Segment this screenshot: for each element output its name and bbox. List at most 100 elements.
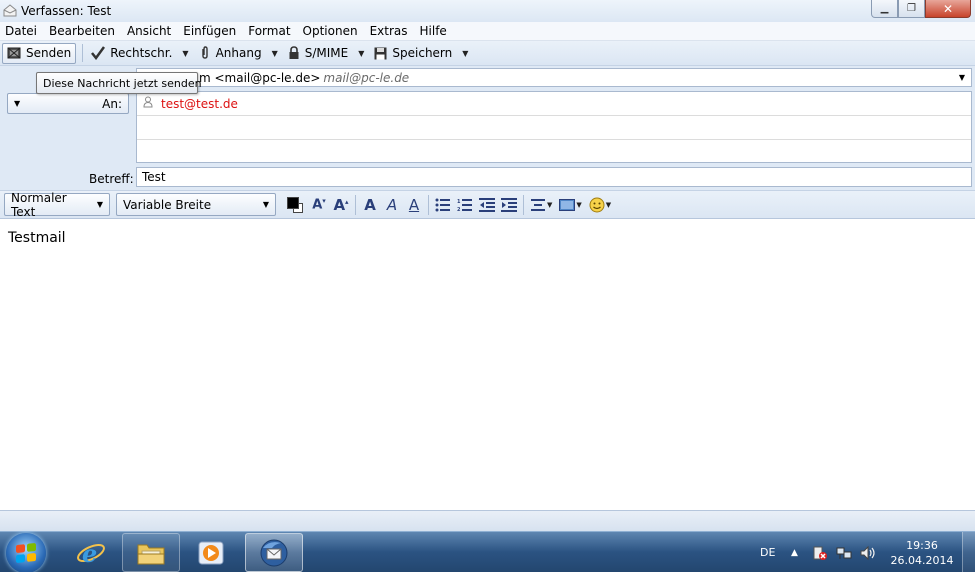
title-bar: Verfassen: Test ▁ ❐ ✕ (0, 0, 975, 22)
chevron-down-icon: ▼ (96, 200, 103, 209)
status-bar (0, 510, 975, 531)
taskbar-internet-explorer[interactable]: e (62, 533, 120, 572)
volume-icon[interactable] (860, 532, 878, 572)
send-label: Senden (26, 46, 72, 60)
smiley-dropdown-icon[interactable]: ▼ (606, 201, 611, 209)
recipient-row-empty[interactable] (137, 140, 971, 164)
taskbar-explorer[interactable] (122, 533, 180, 572)
maximize-button[interactable]: ❐ (898, 0, 925, 18)
minimize-icon: ▁ (880, 3, 889, 14)
show-desktop-button[interactable] (962, 532, 975, 572)
smiley-button[interactable] (586, 194, 608, 216)
language-indicator[interactable]: DE (760, 532, 775, 572)
menu-ansicht[interactable]: Ansicht (127, 24, 171, 38)
window-title: Verfassen: Test (21, 4, 112, 18)
italic-button[interactable]: A (381, 194, 403, 216)
italic-icon: A (386, 195, 398, 214)
recipient-row[interactable]: test@test.de (137, 92, 971, 116)
send-tooltip: Diese Nachricht jetzt senden (36, 72, 202, 94)
underline-icon: A (408, 195, 420, 214)
taskbar: e DE ▲ 19:36 26.04.2014 (0, 531, 975, 572)
save-dropdown-icon[interactable]: ▼ (462, 49, 468, 58)
menu-format[interactable]: Format (248, 24, 290, 38)
save-label: Speichern (392, 46, 453, 60)
menu-bearbeiten[interactable]: Bearbeiten (49, 24, 115, 38)
menu-bar: Datei Bearbeiten Ansicht Einfügen Format… (0, 22, 975, 41)
media-player-icon (198, 541, 224, 564)
align-center-icon (531, 198, 545, 211)
window-controls: ▁ ❐ ✕ (871, 0, 971, 18)
attach-button[interactable]: Anhang (195, 43, 266, 64)
taskbar-media-player[interactable] (182, 533, 240, 572)
menu-extras[interactable]: Extras (370, 24, 408, 38)
show-hidden-icons-icon[interactable]: ▲ (791, 532, 798, 572)
thunderbird-icon (260, 539, 288, 566)
contact-icon (143, 96, 153, 111)
align-button[interactable] (527, 194, 549, 216)
toolbar-separator (82, 44, 84, 62)
menu-optionen[interactable]: Optionen (303, 24, 358, 38)
format-toolbar: Normaler Text ▼ Variable Breite ▼ A▾ A▴ … (0, 190, 975, 219)
compose-toolbar: Senden Rechtschr. ▼ Anhang ▼ S/MIME ▼ Sp… (0, 41, 975, 66)
message-body-text: Testmail (8, 230, 66, 246)
font-larger-button[interactable]: A▴ (330, 194, 352, 216)
folder-icon (137, 544, 165, 564)
insert-image-button[interactable] (556, 194, 578, 216)
numbered-list-button[interactable]: 12 (454, 194, 476, 216)
font-smaller-button[interactable]: A▾ (308, 194, 330, 216)
image-icon (559, 198, 576, 211)
smime-dropdown-icon[interactable]: ▼ (358, 49, 364, 58)
action-center-icon[interactable] (812, 532, 828, 572)
spellcheck-label: Rechtschr. (110, 46, 173, 60)
chevron-down-icon: ▼ (14, 99, 21, 108)
recipient-address[interactable]: test@test.de (161, 97, 238, 111)
underline-button[interactable]: A (403, 194, 425, 216)
text-color-picker[interactable] (284, 194, 306, 216)
chevron-down-icon: ▼ (958, 73, 965, 82)
recipient-type-label: An: (102, 96, 122, 111)
send-button[interactable]: Senden (2, 42, 77, 64)
outdent-button[interactable] (476, 194, 498, 216)
insert-dropdown-icon[interactable]: ▼ (576, 201, 581, 209)
smime-button[interactable]: S/MIME (284, 43, 353, 64)
svg-text:e: e (82, 539, 97, 568)
menu-hilfe[interactable]: Hilfe (420, 24, 447, 38)
close-icon: ✕ (942, 1, 954, 16)
menu-einfuegen[interactable]: Einfügen (183, 24, 236, 38)
from-select[interactable]: m <mail@pc-le.de> mail@pc-le.de ▼ (136, 68, 972, 87)
close-button[interactable]: ✕ (925, 0, 971, 18)
text-color-swatch[interactable] (287, 196, 299, 209)
spellcheck-dropdown-icon[interactable]: ▼ (182, 49, 188, 58)
font-select[interactable]: Variable Breite ▼ (116, 193, 276, 216)
recipient-type-select[interactable]: ▼ An: (7, 93, 129, 114)
svg-text:2: 2 (457, 207, 461, 212)
minimize-button[interactable]: ▁ (871, 0, 898, 18)
align-dropdown-icon[interactable]: ▼ (547, 201, 552, 209)
network-icon[interactable] (836, 532, 852, 572)
numbered-list-icon: 12 (457, 198, 472, 212)
bullet-list-button[interactable] (432, 194, 454, 216)
recipient-row-empty[interactable] (137, 116, 971, 140)
spellcheck-button[interactable]: Rechtschr. (87, 43, 176, 64)
internet-explorer-icon: e (77, 539, 105, 568)
subject-input[interactable]: Test (136, 167, 972, 187)
taskbar-thunderbird[interactable] (245, 533, 303, 572)
clock[interactable]: 19:36 26.04.2014 (888, 538, 956, 568)
format-separator (523, 194, 524, 215)
lock-icon (288, 46, 300, 60)
outdent-icon (479, 197, 495, 212)
windows-logo-icon (16, 542, 36, 564)
indent-icon (501, 197, 517, 212)
paragraph-style-select[interactable]: Normaler Text ▼ (4, 191, 110, 219)
start-button[interactable] (6, 533, 46, 572)
paperclip-icon (199, 46, 211, 60)
indent-button[interactable] (498, 194, 520, 216)
message-body-editor[interactable]: Testmail (0, 219, 975, 510)
format-separator (428, 194, 429, 215)
bold-button[interactable]: A (359, 194, 381, 216)
attach-dropdown-icon[interactable]: ▼ (272, 49, 278, 58)
checkmark-icon (91, 46, 106, 60)
from-address: m <mail@pc-le.de> (199, 70, 321, 85)
menu-datei[interactable]: Datei (5, 24, 37, 38)
save-button[interactable]: Speichern (370, 43, 456, 64)
